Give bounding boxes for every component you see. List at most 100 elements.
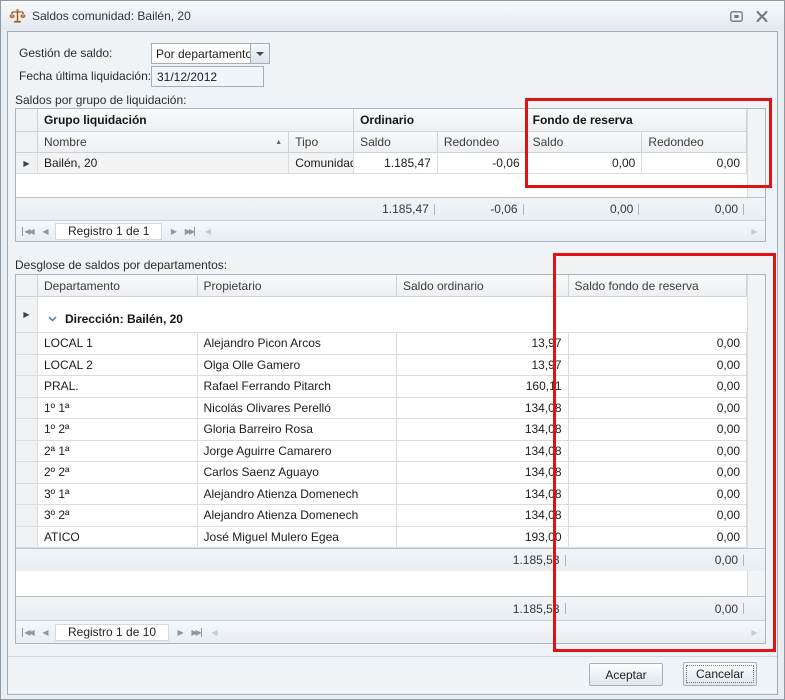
cell-saldo-ordinario[interactable]: 134,08 — [397, 505, 569, 527]
breakdown-section-label: Desglose de saldos por departamentos: — [15, 258, 227, 272]
nav-next-button[interactable]: ▶ — [164, 223, 181, 239]
scroll-strip[interactable] — [747, 198, 765, 220]
nav-next-button[interactable]: ▶ — [171, 624, 188, 640]
record-navigator: ◀◀ ◀ Registro 1 de 1 ▶ ▶▶ ◀ ▶ — [16, 220, 765, 241]
footer-redondeo-ordinario: -0,06 — [438, 198, 527, 220]
column-header-label: Nombre — [44, 135, 87, 149]
groups-section-label: Saldos por grupo de liquidación: — [15, 93, 186, 107]
cell-nombre[interactable]: Bailén, 20 — [38, 153, 289, 174]
scales-icon — [9, 8, 26, 25]
current-row-indicator: ▶ — [16, 153, 38, 174]
cell-propietario[interactable]: Jorge Aguirre Camarero — [198, 441, 397, 463]
chevron-down-icon[interactable] — [48, 311, 57, 325]
indicator-header-cell — [16, 275, 38, 297]
row-indicator-cell — [16, 376, 38, 398]
cell-saldo-ordinario[interactable]: 134,08 — [397, 419, 569, 441]
cell-departamento[interactable]: 1º 2ª — [38, 419, 198, 441]
cell-saldo-ordinario[interactable]: 134,08 — [397, 484, 569, 506]
cancel-button[interactable]: Cancelar — [683, 662, 757, 686]
footer-separator — [8, 656, 777, 657]
column-header-tipo[interactable]: Tipo — [289, 132, 354, 153]
group-row-label: Dirección: Bailén, 20 — [65, 312, 183, 326]
scroll-left-button[interactable]: ◀ — [198, 223, 215, 239]
cell-departamento[interactable]: 3º 1ª — [38, 484, 198, 506]
row-indicator-cell — [16, 398, 38, 420]
indicator-header-cell — [16, 109, 38, 132]
row-indicator-cell — [16, 462, 38, 484]
cell-propietario[interactable]: Alejandro Picon Arcos — [198, 333, 397, 355]
cell-departamento[interactable]: 1º 1ª — [38, 398, 198, 420]
nav-last-button[interactable]: ▶▶ — [181, 223, 198, 239]
cell-saldo-ordinario[interactable]: 134,08 — [397, 462, 569, 484]
nav-last-button[interactable]: ▶▶ — [188, 624, 205, 640]
group-footer-saldo-ordinario: 1.185,53 — [397, 549, 569, 571]
cell-saldo-ordinario[interactable]: 193,00 — [397, 527, 569, 549]
footer-saldo-ordinario: 1.185,47 — [354, 198, 438, 220]
cell-departamento[interactable]: LOCAL 1 — [38, 333, 198, 355]
column-header-propietario[interactable]: Propietario — [198, 275, 397, 297]
cell-saldo-ordinario[interactable]: 13,97 — [397, 355, 569, 377]
cell-tipo[interactable]: Comunidad — [289, 153, 354, 174]
sort-asc-icon: ▲ — [275, 139, 282, 146]
cell-saldo-ordinario[interactable]: 1.185,47 — [354, 153, 438, 174]
cell-departamento[interactable]: 2º 2ª — [38, 462, 198, 484]
cell-saldo-ordinario[interactable]: 134,08 — [397, 398, 569, 420]
column-header-departamento[interactable]: Departamento — [38, 275, 198, 297]
cell-departamento[interactable]: ATICO — [38, 527, 198, 549]
gestion-saldo-value: Por departamento — [152, 44, 250, 63]
accept-button[interactable]: Aceptar — [589, 663, 663, 686]
record-indicator: Registro 1 de 10 — [55, 624, 169, 641]
highlight-box-fondo-reserva-groups — [525, 98, 772, 188]
band-grupo-liquidacion[interactable]: Grupo liquidación — [38, 109, 354, 132]
fecha-liquidacion-label: Fecha última liquidación: — [19, 69, 151, 83]
nav-first-button[interactable]: ◀◀ — [19, 624, 36, 640]
grand-footer-saldo-ordinario: 1.185,53 — [397, 597, 569, 620]
cell-saldo-ordinario[interactable]: 160,11 — [397, 376, 569, 398]
row-indicator-cell — [16, 441, 38, 463]
gestion-saldo-combobox[interactable]: Por departamento — [151, 43, 270, 64]
column-header-saldo-ordinario[interactable]: Saldo ordinario — [397, 275, 569, 297]
cell-propietario[interactable]: Gloria Barreiro Rosa — [198, 419, 397, 441]
dialog-window: Saldos comunidad: Bailén, 20 Gestión de … — [0, 0, 785, 700]
current-row-indicator: ▶ — [16, 297, 38, 333]
footer-spacer — [16, 549, 397, 571]
nav-first-button[interactable]: ◀◀ — [19, 223, 36, 239]
scroll-left-button[interactable]: ◀ — [205, 624, 222, 640]
gestion-saldo-label: Gestión de saldo: — [19, 46, 112, 60]
cell-redondeo-ordinario[interactable]: -0,06 — [438, 153, 527, 174]
nav-prev-button[interactable]: ◀ — [36, 624, 53, 640]
cell-saldo-ordinario[interactable]: 13,97 — [397, 333, 569, 355]
row-indicator-cell — [16, 527, 38, 549]
cell-propietario[interactable]: Carlos Saenz Aguayo — [198, 462, 397, 484]
row-indicator-cell — [16, 484, 38, 506]
scroll-right-button[interactable]: ▶ — [745, 223, 762, 239]
indicator-header-cell — [16, 132, 38, 153]
row-indicator-cell — [16, 419, 38, 441]
row-indicator-cell — [16, 333, 38, 355]
cell-propietario[interactable]: Nicolás Olivares Perelló — [198, 398, 397, 420]
restore-button[interactable] — [727, 8, 745, 24]
cell-departamento[interactable]: 3º 2ª — [38, 505, 198, 527]
cell-propietario[interactable]: Alejandro Atienza Domenech — [198, 505, 397, 527]
footer-redondeo-reserva: 0,00 — [642, 198, 747, 220]
titlebar[interactable]: Saldos comunidad: Bailén, 20 — [1, 1, 784, 31]
fecha-liquidacion-field[interactable]: 31/12/2012 — [151, 66, 264, 87]
cell-departamento[interactable]: 2ª 1ª — [38, 441, 198, 463]
column-header-nombre[interactable]: Nombre ▲ — [38, 132, 289, 153]
footer-spacer — [16, 198, 354, 220]
cell-departamento[interactable]: LOCAL 2 — [38, 355, 198, 377]
chevron-down-icon[interactable] — [250, 44, 269, 63]
close-icon[interactable] — [753, 8, 771, 24]
nav-prev-button[interactable]: ◀ — [36, 223, 53, 239]
window-title: Saldos comunidad: Bailén, 20 — [32, 9, 191, 23]
cell-saldo-ordinario[interactable]: 134,08 — [397, 441, 569, 463]
cell-propietario[interactable]: Rafael Ferrando Pitarch — [198, 376, 397, 398]
column-header-redondeo-ordinario[interactable]: Redondeo — [438, 132, 527, 153]
cell-propietario[interactable]: Olga Olle Gamero — [198, 355, 397, 377]
cell-propietario[interactable]: Alejandro Atienza Domenech — [198, 484, 397, 506]
column-header-saldo-ordinario[interactable]: Saldo — [354, 132, 438, 153]
band-ordinario[interactable]: Ordinario — [354, 109, 527, 132]
cell-departamento[interactable]: PRAL. — [38, 376, 198, 398]
cell-propietario[interactable]: José Miguel Mulero Egea — [198, 527, 397, 549]
footer-spacer — [16, 597, 397, 620]
